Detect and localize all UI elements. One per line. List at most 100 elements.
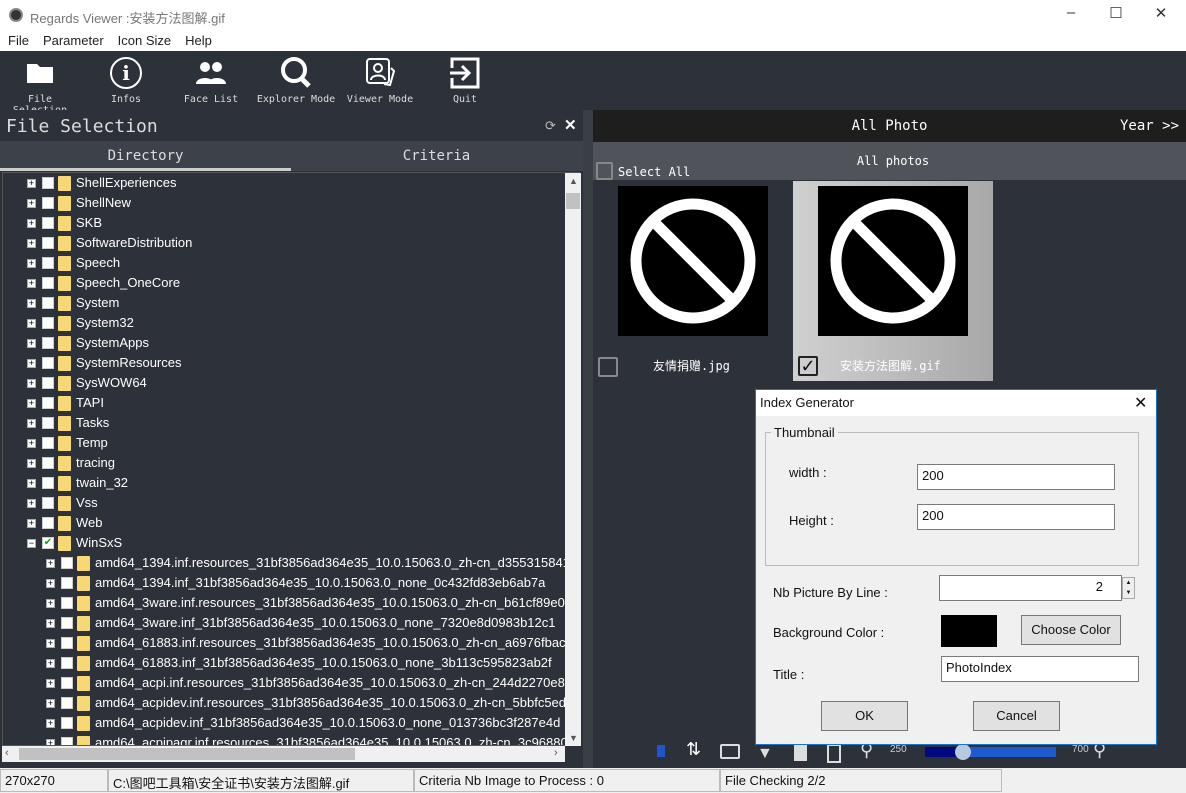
tree-checkbox[interactable]	[42, 277, 54, 289]
expand-icon[interactable]: +	[27, 399, 36, 408]
slider-knob[interactable]	[955, 744, 971, 760]
expand-icon[interactable]: +	[27, 179, 36, 188]
expand-icon[interactable]: +	[46, 639, 55, 648]
infos-button[interactable]: i Infos	[84, 51, 168, 110]
title-input[interactable]: PhotoIndex	[941, 656, 1139, 682]
collapse-icon[interactable]: −	[27, 539, 36, 548]
expand-icon[interactable]: +	[46, 599, 55, 608]
tree-checkbox[interactable]	[42, 337, 54, 349]
choose-color-button[interactable]: Choose Color	[1021, 615, 1121, 645]
ok-button[interactable]: OK	[821, 701, 908, 731]
scroll-thumb[interactable]	[19, 748, 355, 760]
expand-icon[interactable]: +	[27, 239, 36, 248]
tree-checkbox[interactable]	[42, 317, 54, 329]
copy-icon[interactable]	[827, 744, 841, 763]
tree-checkbox[interactable]	[61, 617, 73, 629]
dialog-close-button[interactable]: ✕	[1134, 393, 1147, 413]
thumbnail-item-selected[interactable]: ✓ 安装方法图解.gif	[793, 181, 993, 381]
tree-checkbox[interactable]	[61, 597, 73, 609]
quit-button[interactable]: Quit	[423, 51, 507, 110]
tree-checkbox[interactable]	[42, 397, 54, 409]
thumbnail-item[interactable]: 友情捐赠.jpg	[593, 181, 793, 381]
tree-checkbox[interactable]	[42, 257, 54, 269]
sort-icon[interactable]: ⇅	[686, 739, 701, 760]
file-selection-button[interactable]: File Selection	[0, 51, 82, 116]
menu-icon-size[interactable]: Icon Size	[118, 33, 171, 48]
expand-icon[interactable]: +	[46, 559, 55, 568]
filter-icon[interactable]: ▼	[757, 745, 773, 763]
expand-icon[interactable]: +	[46, 719, 55, 728]
face-list-button[interactable]: Face List	[169, 51, 253, 110]
tree-checkbox[interactable]	[61, 697, 73, 709]
trash-icon[interactable]	[794, 745, 807, 761]
tree-checkbox[interactable]	[42, 217, 54, 229]
expand-icon[interactable]: +	[27, 379, 36, 388]
tree-checkbox[interactable]	[42, 437, 54, 449]
tree-checkbox[interactable]	[42, 417, 54, 429]
expand-icon[interactable]: +	[27, 439, 36, 448]
cancel-button[interactable]: Cancel	[973, 701, 1060, 731]
expand-icon[interactable]: +	[27, 359, 36, 368]
tree-checkbox[interactable]	[42, 237, 54, 249]
width-input[interactable]: 200	[917, 464, 1115, 490]
expand-icon[interactable]: +	[27, 199, 36, 208]
tree-checkbox[interactable]	[61, 657, 73, 669]
expand-icon[interactable]: +	[27, 499, 36, 508]
menu-help[interactable]: Help	[185, 33, 212, 48]
tree-vertical-scrollbar[interactable]: ▲ ▼	[565, 173, 581, 746]
close-button[interactable]: ✕	[1146, 4, 1176, 26]
minimize-button[interactable]: –	[1056, 4, 1086, 26]
page-icon[interactable]	[657, 745, 665, 757]
tree-horizontal-scrollbar[interactable]: ‹ ›	[2, 746, 565, 762]
menu-parameter[interactable]: Parameter	[43, 33, 104, 48]
tree-checkbox[interactable]	[42, 497, 54, 509]
expand-icon[interactable]: +	[27, 339, 36, 348]
viewer-mode-button[interactable]: Viewer Mode	[338, 51, 422, 110]
tree-checkbox[interactable]	[61, 737, 73, 745]
expand-icon[interactable]: +	[27, 319, 36, 328]
tree-checkbox[interactable]	[42, 357, 54, 369]
menu-file[interactable]: File	[8, 33, 29, 48]
expand-icon[interactable]: +	[27, 419, 36, 428]
tree-checkbox[interactable]	[61, 557, 73, 569]
close-panel-icon[interactable]: ✕	[564, 116, 577, 134]
panel-splitter[interactable]	[583, 110, 593, 768]
maximize-button[interactable]: ☐	[1101, 4, 1131, 26]
height-input[interactable]: 200	[917, 504, 1115, 530]
expand-icon[interactable]: +	[27, 299, 36, 308]
tab-criteria[interactable]: Criteria	[291, 141, 582, 171]
tree-checkbox[interactable]	[42, 517, 54, 529]
tree-checkbox[interactable]	[42, 297, 54, 309]
expand-icon[interactable]: +	[27, 219, 36, 228]
thumbnail-checkbox-checked[interactable]: ✓	[798, 356, 818, 376]
expand-icon[interactable]: +	[27, 519, 36, 528]
tree-checkbox[interactable]: ✔	[42, 537, 54, 549]
expand-icon[interactable]: +	[27, 279, 36, 288]
expand-icon[interactable]: +	[46, 619, 55, 628]
calendar-icon[interactable]	[720, 744, 740, 759]
expand-icon[interactable]: +	[27, 259, 36, 268]
expand-icon[interactable]: +	[46, 699, 55, 708]
tree-checkbox[interactable]	[42, 197, 54, 209]
spinner-arrows[interactable]: ▲ ▼	[1122, 577, 1135, 599]
select-all-checkbox[interactable]	[596, 162, 613, 180]
tree-checkbox[interactable]	[42, 377, 54, 389]
tab-directory[interactable]: Directory	[0, 141, 291, 171]
expand-icon[interactable]: +	[46, 659, 55, 668]
tree-checkbox[interactable]	[61, 577, 73, 589]
tree-checkbox[interactable]	[42, 177, 54, 189]
tree-checkbox[interactable]	[61, 677, 73, 689]
expand-icon[interactable]: +	[46, 579, 55, 588]
zoom-slider[interactable]	[925, 744, 1056, 760]
scroll-thumb[interactable]	[566, 193, 580, 209]
explorer-mode-button[interactable]: Explorer Mode	[254, 51, 338, 110]
thumbnail-checkbox[interactable]	[598, 357, 618, 377]
expand-icon[interactable]: +	[46, 739, 55, 745]
refresh-icon[interactable]: ⟳	[545, 118, 556, 134]
expand-icon[interactable]: +	[27, 459, 36, 468]
tree-checkbox[interactable]	[61, 717, 73, 729]
tree-checkbox[interactable]	[61, 637, 73, 649]
nb-picture-spinner[interactable]: 2	[939, 575, 1122, 601]
expand-icon[interactable]: +	[46, 679, 55, 688]
tree-checkbox[interactable]	[42, 477, 54, 489]
